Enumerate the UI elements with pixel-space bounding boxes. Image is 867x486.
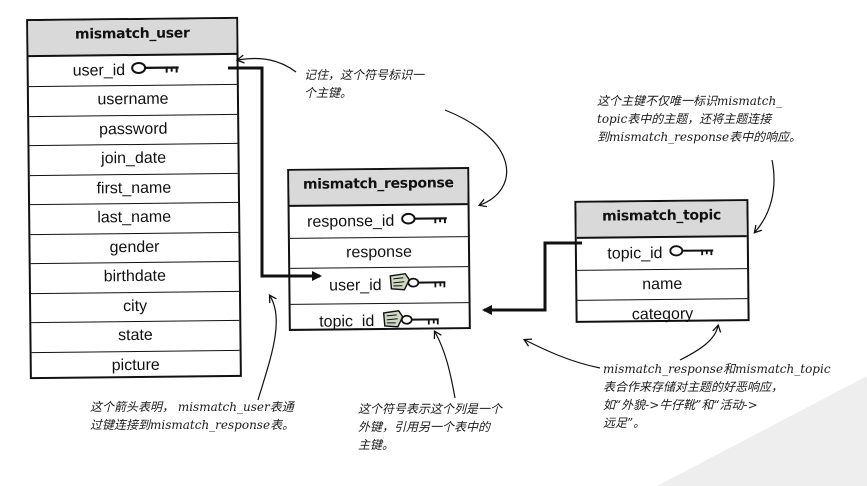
field-label: name [642,275,683,293]
field-label: password [98,120,168,139]
field-label: city [123,297,148,315]
field-label: picture [111,356,160,375]
field-label: response_id [307,212,395,231]
field-row-user-id: user_id [28,54,237,88]
mismatch-topic-table: mismatch_topic topic_id name category [574,199,750,323]
pointer-arrow-note [257,296,276,401]
field-row: birthdate [30,261,239,294]
pointer-fk-note [435,332,456,399]
field-label: join_date [101,149,167,168]
field-label: category [631,305,694,324]
field-label: first_name [96,179,172,198]
field-row-topic-id-fk: topic_id [291,303,469,341]
field-label: user_id [72,61,126,80]
field-label: topic_id [319,313,375,331]
field-row: name [577,269,748,301]
pointer-pk-user [238,59,297,73]
field-row: category [577,299,747,331]
field-label: birthdate [103,267,167,286]
field-row: first_name [29,173,239,206]
field-row-user-id-fk: user_id [290,267,469,305]
mismatch-response-table: mismatch_response response_id response u… [287,167,471,331]
field-row-response-id: response_id [289,205,468,239]
key-icon [668,242,716,264]
field-label: last_name [97,208,172,227]
watermark-shape [657,376,867,486]
field-row: gender [30,232,239,265]
pointer-pk-topic [755,159,775,232]
note-primary-key: 记住，这个符号标识一 个主键。 [304,68,425,100]
field-row: username [28,84,238,117]
relation-arrow-topic [482,241,582,315]
note-foreign-key: 这个符号表示这个列是一个 外键，引用另一个表中的 主键。 [358,402,503,452]
field-row-topic-id: topic_id [576,237,748,271]
note-topic-key: 这个主键不仅唯一标识mismatch_ topic表中的主题，还将主题连接 到m… [597,94,802,144]
field-label: gender [109,238,160,257]
tagged-key-icon [387,271,447,299]
field-label: username [97,90,169,109]
field-row: picture [32,350,240,382]
mismatch-user-table: mismatch_user user_id username password … [26,16,242,382]
pointer-combo-response [525,340,601,369]
table-title: mismatch_user [28,18,237,58]
field-row: city [30,291,240,324]
field-row: password [29,114,238,147]
field-row: state [31,320,240,353]
field-label: response [346,243,413,261]
table-title: mismatch_topic [576,201,747,239]
field-row: response [289,237,469,269]
key-icon [400,210,450,232]
field-label: topic_id [607,244,663,263]
tagged-key-icon [380,308,440,336]
field-label: state [118,327,153,345]
field-row: join_date [29,143,238,176]
table-title: mismatch_response [289,169,468,207]
key-icon [131,59,183,81]
note-arrow: 这个箭头表明， mismatch_user表通 过键连接到mismatch_re… [90,400,295,432]
field-label: user_id [329,276,382,295]
field-row: last_name [30,202,239,235]
